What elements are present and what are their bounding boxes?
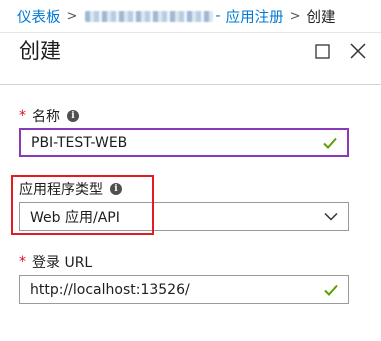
breadcrumb-dash: - — [215, 8, 221, 24]
breadcrumb-redacted-directory[interactable] — [85, 10, 214, 22]
app-type-label-row: 应用程序类型 i — [19, 179, 122, 199]
close-icon — [350, 43, 366, 59]
maximize-button[interactable] — [311, 40, 333, 62]
header-divider — [0, 84, 381, 85]
app-type-label: 应用程序类型 — [19, 182, 103, 198]
create-blade: 仪表板 > - 应用注册 > 创建 创建 * 名称 i PBI-TEST-WEB — [0, 0, 381, 341]
maximize-icon — [314, 43, 330, 59]
breadcrumb: 仪表板 > - 应用注册 > 创建 — [0, 0, 381, 32]
name-label-row: * 名称 i — [19, 106, 79, 126]
info-icon[interactable]: i — [110, 183, 122, 195]
info-icon[interactable]: i — [67, 110, 79, 122]
app-type-select[interactable]: Web 应用/API — [19, 202, 349, 231]
breadcrumb-app-registrations[interactable]: 应用注册 — [226, 6, 284, 27]
blade-title: 创建 — [19, 39, 61, 63]
sign-on-url-input[interactable]: http://localhost:13526/ — [19, 275, 349, 304]
check-icon — [324, 284, 338, 296]
breadcrumb-divider — [0, 32, 381, 33]
breadcrumb-dashboard[interactable]: 仪表板 — [17, 6, 61, 27]
chevron-down-icon — [324, 212, 338, 221]
breadcrumb-separator: > — [289, 8, 301, 24]
check-icon — [323, 137, 337, 149]
breadcrumb-current: 创建 — [306, 9, 336, 26]
breadcrumb-separator: > — [66, 8, 78, 24]
sign-on-url-value: http://localhost:13526/ — [30, 281, 190, 298]
app-type-value: Web 应用/API — [30, 209, 120, 226]
required-marker: * — [19, 108, 26, 124]
required-marker: * — [19, 254, 26, 270]
sign-on-url-label: 登录 URL — [32, 255, 93, 271]
name-input[interactable]: PBI-TEST-WEB — [19, 128, 349, 157]
name-label: 名称 — [32, 109, 60, 125]
header-actions — [311, 40, 369, 62]
name-input-value: PBI-TEST-WEB — [31, 134, 128, 151]
close-button[interactable] — [347, 40, 369, 62]
sign-on-url-label-row: * 登录 URL — [19, 252, 92, 272]
